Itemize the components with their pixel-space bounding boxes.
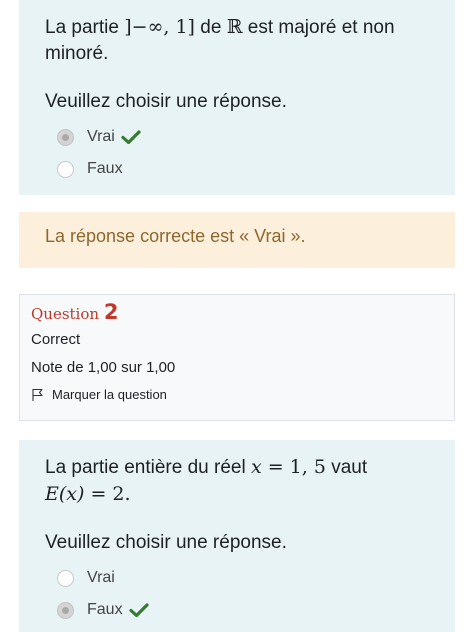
question2-prompt: Veuillez choisir une réponse.	[45, 532, 287, 553]
question1-answer-list: Vrai Faux	[45, 121, 429, 185]
question2-text: La partie entière du réel x = 1, 5 vaut E…	[45, 456, 368, 505]
flag-icon	[32, 388, 43, 401]
option-label: Faux	[87, 601, 123, 618]
quiz-review-page: La partie ]−∞, 1] de ℝ est majoré et non…	[0, 0, 474, 632]
question-state: Correct	[31, 331, 81, 348]
question-grade: Note de 1,00 sur 1,00	[31, 359, 176, 376]
reals-symbol: ℝ	[226, 16, 243, 38]
question1-option-vrai[interactable]: Vrai	[57, 121, 429, 153]
question2-answer-list: Vrai Faux	[45, 562, 429, 626]
question1-prompt: Veuillez choisir une réponse.	[45, 91, 287, 112]
radio-button-checked[interactable]	[57, 128, 74, 146]
right-answer-feedback: La réponse correcte est « Vrai ».	[19, 212, 455, 268]
check-icon	[121, 130, 141, 144]
option-label: Vrai	[87, 569, 115, 586]
interval-expression: ]−∞, 1]	[124, 16, 195, 38]
question2-formulation: La partie entière du réel x = 1, 5 vaut E…	[19, 440, 455, 632]
question2-option-faux[interactable]: Faux	[57, 594, 429, 626]
question1-formulation: La partie ]−∞, 1] de ℝ est majoré et non…	[19, 0, 455, 195]
check-icon	[128, 603, 149, 617]
radio-button[interactable]	[57, 569, 74, 587]
radio-button[interactable]	[57, 160, 74, 178]
flag-question-link[interactable]: Marquer la question	[31, 387, 443, 402]
radio-button-checked[interactable]	[57, 601, 74, 619]
question-number: Question 2	[31, 300, 119, 324]
question2-option-vrai[interactable]: Vrai	[57, 562, 429, 594]
question2-info-panel: Question 2 Correct Note de 1,00 sur 1,00…	[19, 294, 455, 421]
flag-label: Marquer la question	[52, 387, 167, 402]
option-label: Faux	[87, 160, 123, 177]
option-label: Vrai	[87, 128, 115, 145]
question1-option-faux[interactable]: Faux	[57, 153, 429, 185]
feedback-text: La réponse correcte est « Vrai ».	[45, 226, 306, 246]
question1-text: La partie ]−∞, 1] de ℝ est majoré et non…	[45, 16, 395, 64]
